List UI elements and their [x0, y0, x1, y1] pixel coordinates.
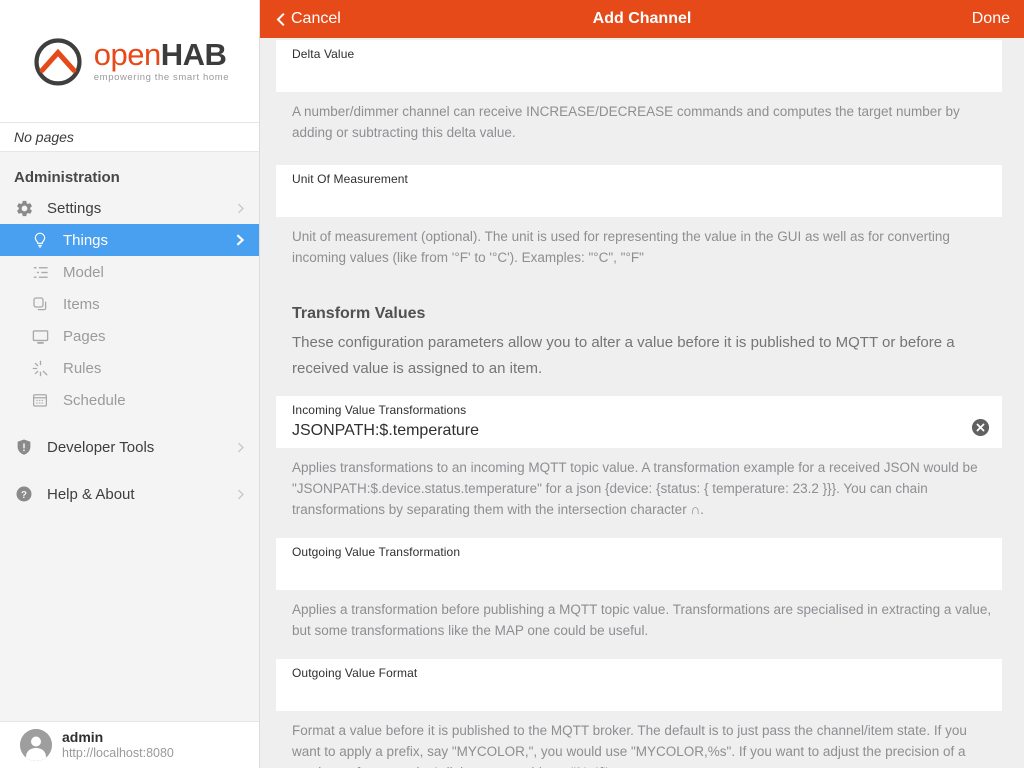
field-incoming-value-transformations: Incoming Value Transformations: [276, 396, 1002, 448]
sidebar-item-developer-tools[interactable]: Developer Tools: [0, 431, 259, 463]
chevron-right-icon: [233, 233, 247, 247]
navbar: Cancel Add Channel Done: [260, 0, 1024, 38]
sidebar-spacer: [0, 510, 259, 721]
field-delta-value: Delta Value: [276, 40, 1002, 92]
question-circle-icon: ?: [14, 484, 34, 504]
incoming-value-transformations-input[interactable]: [292, 417, 951, 444]
sidebar-item-pages[interactable]: Pages: [0, 320, 259, 352]
field-label: Unit Of Measurement: [292, 172, 986, 186]
field-label: Delta Value: [292, 47, 986, 61]
sidebar-item-help-about[interactable]: ? Help & About: [0, 478, 259, 510]
administration-header: Administration: [14, 169, 259, 186]
add-channel-form: Delta Value A number/dimmer channel can …: [260, 38, 1024, 768]
user-name: admin: [62, 729, 174, 746]
field-outgoing-value-transformation: Outgoing Value Transformation: [276, 538, 1002, 590]
page-title: Add Channel: [394, 10, 890, 28]
sidebar-item-items[interactable]: Items: [0, 288, 259, 320]
sidebar-item-model[interactable]: Model: [0, 256, 259, 288]
outgoing-value-format-input[interactable]: [292, 680, 951, 707]
chevron-right-icon: [234, 202, 247, 215]
cancel-button[interactable]: Cancel: [274, 10, 394, 28]
field-helper-text: A number/dimmer channel can receive INCR…: [292, 101, 998, 143]
sidebar-menu: Settings Things Model Items: [0, 192, 259, 510]
done-button[interactable]: Done: [890, 10, 1010, 28]
chevron-right-icon: [234, 441, 247, 454]
sidebar-item-label: Rules: [63, 360, 247, 377]
field-unit-of-measurement: Unit Of Measurement: [276, 165, 1002, 217]
sidebar-item-label: Settings: [47, 200, 234, 217]
cancel-label: Cancel: [291, 10, 341, 28]
sidebar-item-label: Model: [63, 264, 247, 281]
field-helper-text: Format a value before it is published to…: [292, 720, 998, 768]
model-tree-icon: [30, 262, 50, 282]
user-server-url: http://localhost:8080: [62, 746, 174, 761]
delta-value-input[interactable]: [292, 61, 951, 88]
sidebar-item-label: Developer Tools: [47, 439, 234, 456]
brand-tagline: empowering the smart home: [94, 72, 229, 83]
copy-icon: [30, 294, 50, 314]
lightbulb-icon: [30, 230, 50, 250]
svg-text:?: ?: [21, 490, 27, 501]
section-description: These configuration parameters allow you…: [292, 330, 998, 382]
menu-gap: [0, 463, 259, 478]
monitor-icon: [30, 326, 50, 346]
shield-exclamation-icon: [14, 437, 34, 457]
sidebar-item-label: Things: [63, 232, 233, 249]
unit-of-measurement-input[interactable]: [292, 186, 951, 213]
sparkle-icon: [30, 358, 50, 378]
sidebar-item-settings[interactable]: Settings: [0, 192, 259, 224]
openhab-logo: openHAB empowering the smart home: [30, 33, 229, 89]
field-helper-text: Unit of measurement (optional). The unit…: [292, 226, 998, 268]
sidebar-item-rules[interactable]: Rules: [0, 352, 259, 384]
sidebar-item-label: Pages: [63, 328, 247, 345]
clear-circle-icon[interactable]: [971, 418, 990, 437]
calendar-icon: [30, 390, 50, 410]
logo-area: openHAB empowering the smart home: [0, 0, 259, 122]
main-panel: Cancel Add Channel Done Delta Value A nu…: [260, 0, 1024, 768]
no-pages-label: No pages: [0, 122, 259, 152]
field-outgoing-value-format: Outgoing Value Format: [276, 659, 1002, 711]
sidebar-item-label: Schedule: [63, 392, 247, 409]
openhab-house-logo-icon: [30, 33, 86, 89]
sidebar-item-label: Items: [63, 296, 247, 313]
field-helper-text: Applies a transformation before publishi…: [292, 599, 998, 641]
field-label: Outgoing Value Transformation: [292, 545, 986, 559]
gear-icon: [14, 198, 34, 218]
section-title-transform-values: Transform Values: [292, 305, 998, 323]
sidebar-item-label: Help & About: [47, 486, 234, 503]
sidebar-item-schedule[interactable]: Schedule: [0, 384, 259, 416]
person-avatar-icon: [20, 729, 52, 761]
field-label: Outgoing Value Format: [292, 666, 986, 680]
field-helper-text: Applies transformations to an incoming M…: [292, 457, 998, 520]
sidebar-item-things[interactable]: Things: [0, 224, 259, 256]
menu-gap: [0, 416, 259, 431]
field-label: Incoming Value Transformations: [292, 403, 986, 417]
sidebar: openHAB empowering the smart home No pag…: [0, 0, 260, 768]
chevron-right-icon: [234, 488, 247, 501]
brand-name: openHAB: [94, 40, 229, 70]
user-panel[interactable]: admin http://localhost:8080: [0, 721, 259, 768]
outgoing-value-transformation-input[interactable]: [292, 559, 951, 586]
chevron-left-icon: [274, 12, 287, 27]
